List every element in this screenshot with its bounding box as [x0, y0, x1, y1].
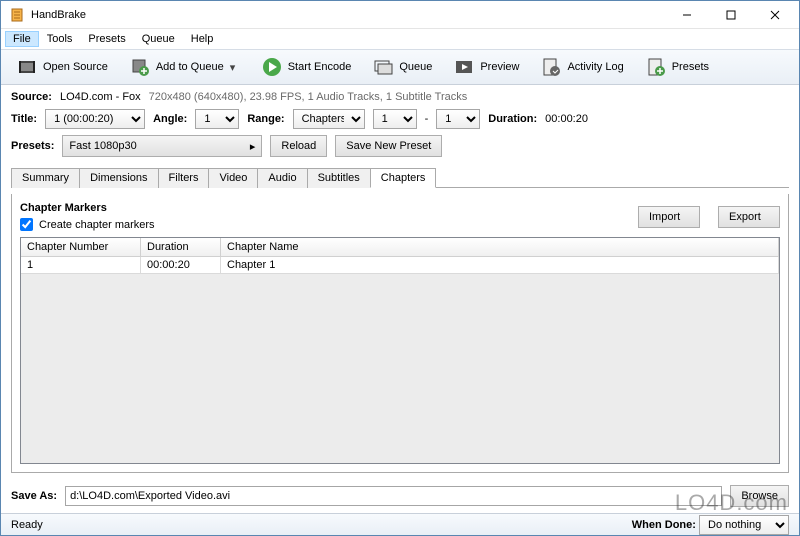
duration-value: 00:00:20: [545, 113, 588, 125]
queue-add-icon: [130, 57, 150, 77]
create-chapter-markers-label: Create chapter markers: [39, 219, 155, 231]
titlebar: HandBrake: [1, 1, 799, 29]
tab-chapters[interactable]: Chapters: [370, 168, 437, 188]
source-name: LO4D.com - Fox: [60, 91, 141, 103]
range-from-select[interactable]: 1: [373, 109, 417, 129]
start-encode-button[interactable]: Start Encode: [252, 53, 362, 81]
table-row[interactable]: 1 00:00:20 Chapter 1: [21, 257, 779, 274]
start-encode-label: Start Encode: [288, 61, 352, 73]
import-button[interactable]: Import: [638, 206, 700, 228]
watermark: LO4D.com: [675, 490, 788, 516]
queue-icon: [373, 57, 393, 77]
app-title: HandBrake: [31, 9, 665, 21]
preview-button[interactable]: Preview: [444, 53, 529, 81]
tabstrip: Summary Dimensions Filters Video Audio S…: [11, 167, 789, 188]
save-new-preset-button[interactable]: Save New Preset: [335, 135, 442, 157]
play-icon: [262, 57, 282, 77]
cell-chapter-number: 1: [21, 257, 141, 273]
angle-select[interactable]: 1: [195, 109, 239, 129]
log-icon: [541, 57, 561, 77]
app-window: HandBrake File Tools Presets Queue Help …: [0, 0, 800, 536]
menubar: File Tools Presets Queue Help: [1, 29, 799, 49]
toolbar: Open Source Add to Queue ▾ Start Encode …: [1, 49, 799, 85]
table-header: Chapter Number Duration Chapter Name: [21, 238, 779, 257]
cell-chapter-name[interactable]: Chapter 1: [221, 257, 779, 273]
menu-queue[interactable]: Queue: [134, 31, 183, 47]
tab-dimensions[interactable]: Dimensions: [79, 168, 158, 188]
chevron-right-icon: ▸: [250, 140, 256, 153]
source-label: Source:: [11, 91, 52, 103]
status-text: Ready: [11, 519, 43, 531]
add-to-queue-button[interactable]: Add to Queue ▾: [120, 53, 250, 81]
queue-button[interactable]: Queue: [363, 53, 442, 81]
minimize-button[interactable]: [665, 2, 709, 28]
presets-icon: [646, 57, 666, 77]
tab-filters[interactable]: Filters: [158, 168, 210, 188]
presets-row-label: Presets:: [11, 140, 54, 152]
save-as-input[interactable]: [65, 486, 722, 506]
range-to-select[interactable]: 1: [436, 109, 480, 129]
create-chapter-markers-checkbox[interactable]: Create chapter markers: [20, 218, 620, 231]
open-source-label: Open Source: [43, 61, 108, 73]
close-button[interactable]: [753, 2, 797, 28]
title-select[interactable]: 1 (00:00:20): [45, 109, 145, 129]
title-label: Title:: [11, 113, 37, 125]
source-row: Source: LO4D.com - Fox 720x480 (640x480)…: [11, 91, 789, 103]
when-done-select[interactable]: Do nothing: [699, 515, 789, 535]
source-info: 720x480 (640x480), 23.98 FPS, 1 Audio Tr…: [149, 91, 468, 103]
tab-video[interactable]: Video: [208, 168, 258, 188]
menu-file[interactable]: File: [5, 31, 39, 47]
presets-row: Presets: Fast 1080p30 ▸ Reload Save New …: [11, 135, 789, 157]
range-dash: -: [425, 113, 429, 125]
activity-log-label: Activity Log: [567, 61, 623, 73]
menu-tools[interactable]: Tools: [39, 31, 81, 47]
tab-subtitles[interactable]: Subtitles: [307, 168, 371, 188]
chapters-panel: Chapter Markers Create chapter markers I…: [11, 194, 789, 473]
title-row: Title: 1 (00:00:20) Angle: 1 Range: Chap…: [11, 109, 789, 129]
col-chapter-number[interactable]: Chapter Number: [21, 238, 141, 256]
when-done-label: When Done:: [632, 519, 696, 531]
preset-value: Fast 1080p30: [69, 140, 136, 152]
duration-label: Duration:: [488, 113, 537, 125]
create-chapter-markers-input[interactable]: [20, 218, 33, 231]
col-duration[interactable]: Duration: [141, 238, 221, 256]
menu-presets[interactable]: Presets: [80, 31, 133, 47]
presets-button[interactable]: Presets: [636, 53, 719, 81]
maximize-button[interactable]: [709, 2, 753, 28]
cell-duration: 00:00:20: [141, 257, 221, 273]
preview-icon: [454, 57, 474, 77]
add-to-queue-label: Add to Queue: [156, 61, 224, 73]
app-icon: [9, 7, 25, 23]
film-icon: [17, 57, 37, 77]
tab-summary[interactable]: Summary: [11, 168, 80, 188]
angle-label: Angle:: [153, 113, 187, 125]
col-chapter-name[interactable]: Chapter Name: [221, 238, 779, 256]
save-as-label: Save As:: [11, 490, 57, 502]
chapter-markers-title: Chapter Markers: [20, 202, 620, 214]
chapters-table: Chapter Number Duration Chapter Name 1 0…: [20, 237, 780, 464]
activity-log-button[interactable]: Activity Log: [531, 53, 633, 81]
queue-label: Queue: [399, 61, 432, 73]
open-source-button[interactable]: Open Source: [7, 53, 118, 81]
chevron-down-icon: ▾: [230, 61, 240, 74]
preview-label: Preview: [480, 61, 519, 73]
reload-button[interactable]: Reload: [270, 135, 327, 157]
presets-label: Presets: [672, 61, 709, 73]
tab-audio[interactable]: Audio: [257, 168, 307, 188]
range-type-select[interactable]: Chapters: [293, 109, 365, 129]
status-bar: Ready When Done: Do nothing: [1, 513, 799, 535]
export-button[interactable]: Export: [718, 206, 780, 228]
preset-picker[interactable]: Fast 1080p30 ▸: [62, 135, 262, 157]
range-label: Range:: [247, 113, 284, 125]
menu-help[interactable]: Help: [183, 31, 222, 47]
